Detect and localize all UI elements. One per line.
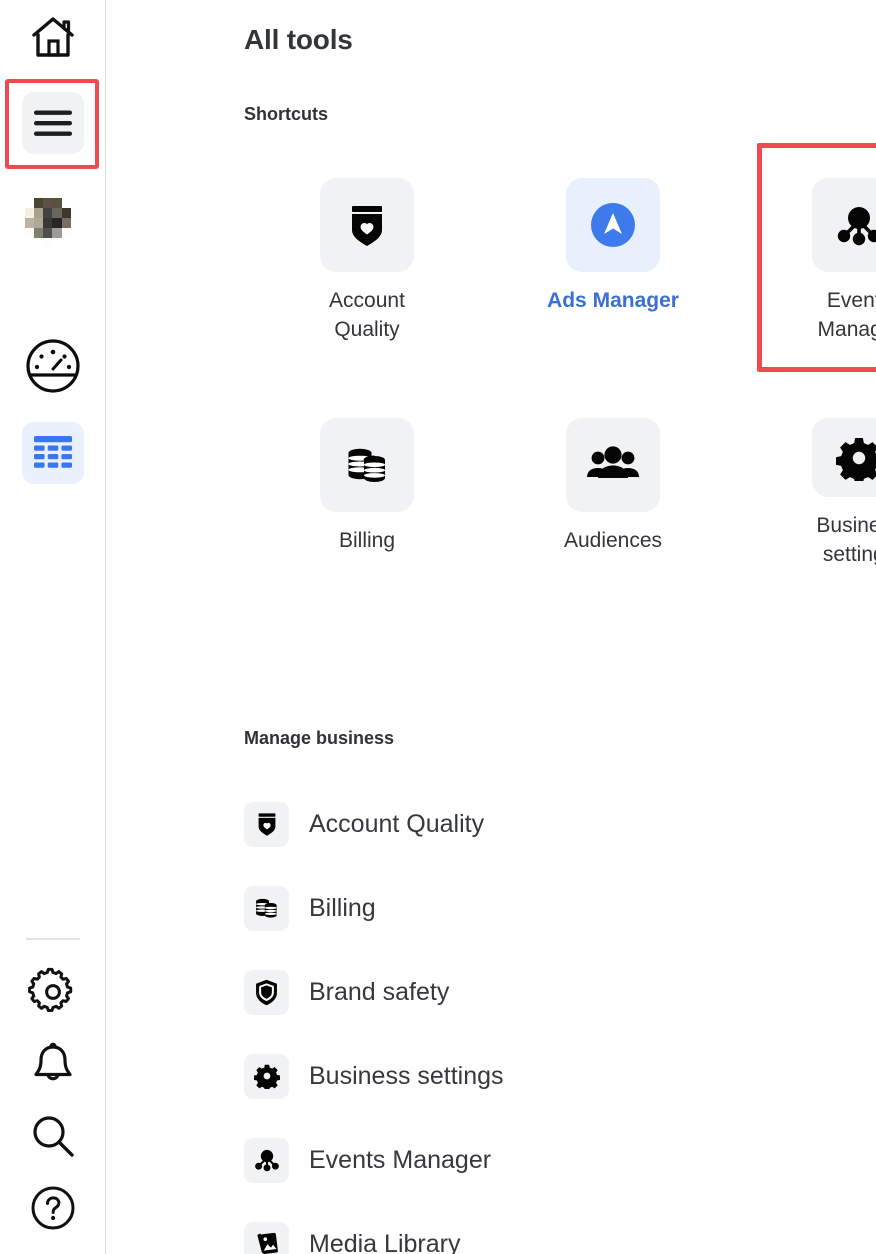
shortcut-label: Billing: [338, 529, 396, 552]
bell-icon: [22, 1033, 84, 1095]
coins-stack-icon: [256, 898, 277, 918]
shortcut-tile: [566, 178, 660, 272]
list-item-label: Media Library: [309, 1229, 461, 1254]
shortcut-label: Audiences: [563, 529, 663, 552]
shortcut-account-quality[interactable]: Account Quality: [244, 150, 490, 390]
rail-divider: [26, 938, 80, 940]
list-item-label: Billing: [309, 893, 376, 922]
events-manager-nodes-icon: [837, 207, 876, 246]
table-grid-icon: [21, 422, 84, 484]
shortcut-tile: [566, 418, 660, 512]
events-manager-nodes-icon: [254, 1149, 279, 1172]
gear-icon: [836, 437, 876, 481]
people-group-icon: [587, 446, 639, 478]
shortcut-tile: [812, 418, 876, 498]
shield-safety-icon: [256, 979, 277, 1005]
shortcut-label: Events Manager: [817, 289, 876, 341]
shortcut-label: Ads Manager: [547, 289, 679, 312]
shortcut-tile: [320, 418, 414, 512]
left-navigation-rail: [0, 0, 106, 1254]
rail-item-home[interactable]: [0, 6, 105, 68]
shortcuts-row: Billing Audiences Busine settin: [244, 390, 876, 570]
gear-icon: [22, 961, 84, 1023]
shortcuts-grid: Account Quality Ads Manager Even Manag B…: [244, 150, 876, 570]
list-item-icon: [244, 1053, 289, 1099]
shortcut-tile: [320, 178, 414, 272]
rail-item-profile[interactable]: [0, 192, 105, 254]
media-library-photos-icon: [256, 1232, 278, 1254]
shortcut-events-manager[interactable]: Events Manager: [736, 150, 876, 390]
shortcuts-row: Account Quality Ads Manager Even Manag: [244, 150, 876, 390]
shield-heart-icon: [352, 206, 382, 246]
manage-business-list: Account Quality Billing Brand safety Bus…: [244, 782, 876, 1254]
list-item-icon: [244, 885, 289, 931]
speedometer-icon: [22, 335, 84, 397]
shortcut-audiences[interactable]: Audiences: [490, 390, 736, 570]
main-content: All tools Shortcuts Account Quality Ads …: [106, 0, 876, 1254]
shortcut-label: Business settings: [816, 514, 876, 567]
list-item-media-library[interactable]: Media Library: [244, 1202, 876, 1254]
list-item-label: Account Quality: [309, 809, 485, 838]
list-item-brand-safety[interactable]: Brand safety: [244, 950, 876, 1034]
list-item-business-settings[interactable]: Business settings: [244, 1034, 876, 1118]
home-icon: [22, 6, 84, 68]
ads-manager-arrow-icon: [591, 203, 635, 247]
search-icon: [22, 1105, 84, 1167]
list-item-events-manager[interactable]: Events Manager: [244, 1118, 876, 1202]
shortcut-ads-manager[interactable]: Ads Manager: [490, 150, 736, 390]
list-item-icon: [244, 801, 289, 847]
rail-item-menu[interactable]: [0, 92, 105, 154]
page-title: All tools: [244, 24, 353, 55]
gear-icon: [253, 1064, 280, 1089]
all-tools-page: All tools Shortcuts Account Quality Ads …: [0, 0, 876, 1254]
list-item-icon: [244, 1221, 289, 1254]
list-item-billing[interactable]: Billing: [244, 866, 876, 950]
avatar-image: [22, 192, 84, 254]
rail-item-table[interactable]: [0, 422, 105, 484]
hamburger-menu-icon: [21, 92, 84, 154]
rail-item-dashboard[interactable]: [0, 335, 105, 397]
shortcut-billing[interactable]: Billing: [244, 390, 490, 570]
list-item-account-quality[interactable]: Account Quality: [244, 782, 876, 866]
shortcut-tile: [812, 178, 876, 272]
rail-item-help[interactable]: [0, 1177, 105, 1239]
manage-business-section-heading: Manage business: [244, 728, 395, 748]
shortcuts-section-heading: Shortcuts: [244, 104, 329, 124]
list-item-label: Events Manager: [309, 1145, 492, 1174]
coins-stack-icon: [348, 448, 385, 482]
avatar: [24, 198, 81, 248]
rail-item-notifications[interactable]: [0, 1033, 105, 1095]
shortcut-business-settings[interactable]: Business settings: [736, 390, 876, 570]
shield-heart-icon: [258, 813, 275, 836]
shortcut-label: Account Quality: [329, 289, 405, 341]
rail-item-settings[interactable]: [0, 961, 105, 1023]
list-item-icon: [244, 969, 289, 1015]
list-item-label: Business settings: [309, 1061, 504, 1090]
list-item-icon: [244, 1137, 289, 1183]
question-circle-icon: [22, 1177, 84, 1239]
rail-item-search[interactable]: [0, 1105, 105, 1167]
list-item-label: Brand safety: [309, 977, 450, 1006]
